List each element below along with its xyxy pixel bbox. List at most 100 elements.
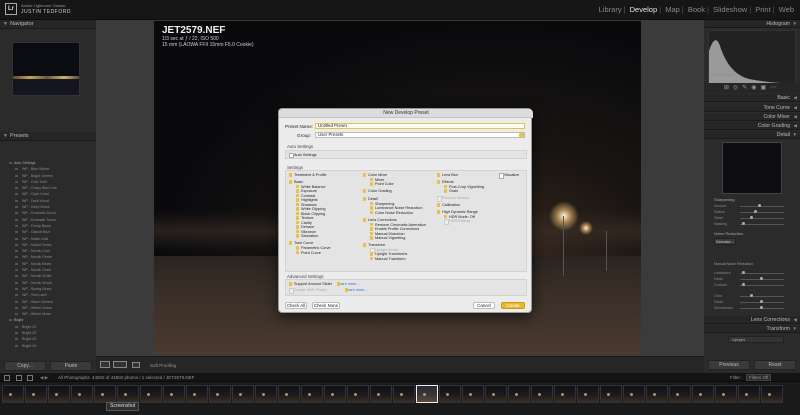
checkbox[interactable]: Upright Mode (370, 248, 398, 254)
checkbox[interactable]: Clarity (296, 221, 312, 225)
module-print[interactable]: Print (755, 5, 770, 14)
checkbox[interactable]: Transform (363, 243, 385, 247)
filmstrip-thumbnail[interactable] (692, 385, 714, 403)
filmstrip-thumbnail[interactable] (485, 385, 507, 403)
list-item[interactable]: Bright 04 (0, 343, 96, 349)
checkbox[interactable]: Process Version (437, 196, 469, 202)
checkbox[interactable]: Black Clipping (296, 212, 325, 216)
checkbox[interactable]: Saturation (296, 234, 318, 238)
checkbox[interactable]: White Clipping (296, 207, 325, 211)
histogram-header[interactable]: Histogram ▼ (704, 20, 800, 28)
source-label[interactable]: All Photographs (58, 375, 90, 380)
filmstrip-thumbnail[interactable] (508, 385, 530, 403)
checkbox[interactable]: Tone Curve (289, 241, 313, 245)
checkbox[interactable]: Basic (289, 180, 303, 184)
checkbox[interactable]: Shadows (296, 203, 317, 207)
checkbox[interactable]: Color Mixer (363, 173, 387, 177)
filmstrip-thumbnail[interactable] (48, 385, 70, 403)
checkbox[interactable]: Color Noise Reduction (370, 211, 413, 215)
slider-detail[interactable]: Detail (714, 216, 792, 220)
filmstrip-thumbnail[interactable] (577, 385, 599, 403)
color-mixer-header[interactable]: Color Mixer ◀ (704, 113, 800, 121)
cancel-button[interactable]: Cancel (473, 302, 495, 309)
more-icon[interactable]: ⋯ (770, 85, 780, 91)
filmstrip-thumbnail[interactable] (393, 385, 415, 403)
group-select[interactable]: User Presets (315, 132, 525, 138)
color-grading-header[interactable]: Color Grading ◀ (704, 122, 800, 130)
detail-preview[interactable] (722, 142, 782, 194)
checkbox[interactable]: Sharpening (370, 202, 394, 206)
filmstrip-thumbnail[interactable] (462, 385, 484, 403)
filmstrip-thumbnail-selected[interactable] (416, 385, 438, 403)
learn-more-link[interactable]: Learn more... (337, 282, 360, 286)
before-after-icon[interactable] (113, 361, 127, 368)
filmstrip-thumbnail[interactable] (439, 385, 461, 403)
filmstrip-thumbnail[interactable] (209, 385, 231, 403)
upright-control[interactable]: Upright (728, 336, 784, 343)
checkbox[interactable]: Highlights (296, 198, 318, 202)
filmstrip-thumbnail[interactable] (232, 385, 254, 403)
checkbox[interactable]: Vibrance (296, 230, 316, 234)
filmstrip-thumbnail[interactable] (531, 385, 553, 403)
filmstrip-thumbnail[interactable] (324, 385, 346, 403)
checkbox[interactable]: Detail (363, 197, 378, 201)
filmstrip-thumbnail[interactable] (186, 385, 208, 403)
support-amount-slider-checkbox[interactable]: Support Amount Slider (289, 282, 332, 286)
filmstrip-thumbnail[interactable] (2, 385, 24, 403)
module-map[interactable]: Map (665, 5, 680, 14)
panel-toggle-icon[interactable] (4, 374, 10, 381)
module-book[interactable]: Book (688, 5, 705, 14)
original-photo-label[interactable]: Original Photo (710, 73, 734, 77)
filmstrip-thumbnail[interactable] (370, 385, 392, 403)
slider-lum-detail[interactable]: Detail (714, 277, 792, 281)
checkbox[interactable]: Upright Transforms (370, 252, 407, 256)
reset-button[interactable]: Reset (754, 360, 796, 370)
checkbox[interactable]: Point Color (370, 182, 394, 186)
checkbox[interactable]: Point Curve (296, 251, 321, 255)
checkbox[interactable]: Enable Profile Corrections (370, 227, 419, 231)
navigator-header[interactable]: ▼ Navigator (0, 20, 96, 29)
filmstrip-thumbnail[interactable] (255, 385, 277, 403)
module-develop[interactable]: Develop (630, 5, 658, 14)
checkbox[interactable]: HDR Mode: Off (444, 215, 475, 219)
basic-header[interactable]: Basic ◀ (704, 94, 800, 102)
slider-radius[interactable]: Radius (714, 210, 792, 214)
preset-name-input[interactable]: Untitled Preset (315, 123, 525, 129)
slider-luminance[interactable]: Luminance (714, 271, 792, 275)
filmstrip-thumbnail[interactable] (117, 385, 139, 403)
create-button[interactable]: Create (501, 302, 525, 309)
slider-amount[interactable]: Amount (714, 204, 792, 208)
filmstrip-thumbnail[interactable] (761, 385, 783, 403)
checkbox[interactable]: Color Grading (363, 189, 392, 193)
denoise-button[interactable]: Denoise... (714, 238, 736, 245)
filmstrip-thumbnail[interactable] (163, 385, 185, 403)
brush-icon[interactable]: ✎ (742, 85, 751, 91)
checkbox[interactable]: White Balance (296, 185, 325, 189)
check-all-button[interactable]: Check All (285, 302, 307, 309)
checkbox[interactable]: Dehaze (296, 225, 314, 229)
module-slideshow[interactable]: Slideshow (713, 5, 747, 14)
filmstrip-thumbnail[interactable] (347, 385, 369, 403)
checkbox[interactable]: Lens Blur (437, 173, 458, 177)
filmstrip-thumbnail[interactable] (140, 385, 162, 403)
mask-icon[interactable]: ▣ (760, 85, 770, 91)
slider-lum-contrast[interactable]: Contrast (714, 283, 792, 287)
checkbox[interactable]: High Dynamic Range (437, 210, 478, 214)
loupe-icon[interactable] (27, 374, 33, 381)
slider-color[interactable]: Color (714, 294, 792, 298)
crop-icon[interactable]: ⊞ (724, 85, 733, 91)
checkbox[interactable]: Contrast (296, 194, 315, 198)
slider-masking[interactable]: Masking (714, 222, 792, 226)
detail-header[interactable]: Detail ▼ (704, 131, 800, 139)
checkbox[interactable]: Calibration (437, 203, 460, 207)
auto-settings-checkbox[interactable]: Auto Settings (289, 153, 317, 159)
checkbox[interactable]: Parametric Curve (296, 246, 331, 250)
filmstrip-thumbnail[interactable] (71, 385, 93, 403)
filmstrip-thumbnail[interactable] (94, 385, 116, 403)
checkbox[interactable]: Post-Crop Vignetting (444, 185, 484, 189)
checkbox[interactable]: Remove Chromatic Aberration (370, 223, 426, 227)
checkbox[interactable]: Luminance Noise Reduction (370, 206, 423, 210)
slider-smoothness[interactable]: Smoothness (714, 306, 792, 310)
filter-select[interactable]: Filters Off (746, 374, 772, 381)
slider-color-detail[interactable]: Detail (714, 300, 792, 304)
